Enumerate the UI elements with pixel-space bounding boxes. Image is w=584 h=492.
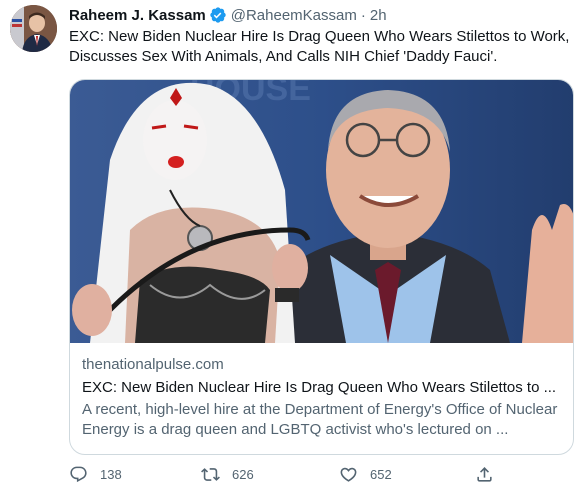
retweet-count: 626 [232,466,254,482]
author-handle[interactable]: @RaheemKassam [231,7,357,24]
link-card[interactable]: HOUSE thenationalpulse.com EXC: New Bide… [69,79,574,455]
card-image: HOUSE [70,80,573,343]
retweet-button[interactable]: 626 [201,465,254,484]
share-button[interactable] [475,465,494,484]
share-icon [477,466,492,482]
verified-badge-icon [209,6,227,24]
like-button[interactable]: 652 [339,465,392,484]
header-separator: · [360,6,366,24]
tweet-actions: 138 626 652 [69,462,499,486]
author-name[interactable]: Raheem J. Kassam [69,7,206,24]
card-description: A recent, high-level hire at the Departm… [82,401,558,438]
like-icon [340,467,357,482]
reply-icon [70,466,87,482]
retweet-icon [201,467,220,481]
tweet-header: Raheem J. Kassam @RaheemKassam · 2h [69,5,387,25]
reply-count: 138 [100,466,122,482]
card-body: thenationalpulse.com EXC: New Biden Nucl… [82,355,563,440]
card-title[interactable]: EXC: New Biden Nuclear Hire Is Drag Quee… [82,378,563,398]
tweet-text: EXC: New Biden Nuclear Hire Is Drag Quee… [69,28,570,65]
like-count: 652 [370,466,392,482]
card-domain: thenationalpulse.com [82,356,224,373]
reply-button[interactable]: 138 [69,465,122,484]
author-avatar[interactable] [10,5,57,52]
tweet-timestamp[interactable]: 2h [370,7,387,24]
